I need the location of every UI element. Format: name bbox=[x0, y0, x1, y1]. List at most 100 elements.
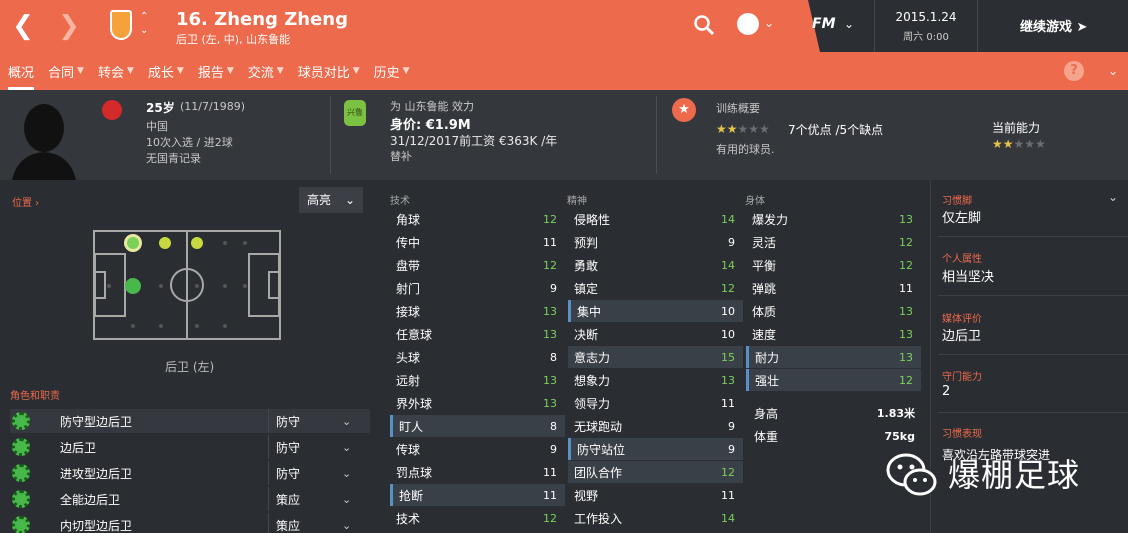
attribute-row[interactable]: 任意球 13 bbox=[390, 323, 565, 345]
attribute-name: 防守站位 bbox=[577, 442, 626, 457]
attribute-row[interactable]: 速度 13 bbox=[746, 323, 921, 345]
divider bbox=[268, 461, 269, 485]
attribute-row[interactable]: 传中 11 bbox=[390, 231, 565, 253]
player-value: 身价: €1.9M bbox=[390, 118, 471, 133]
attribute-row[interactable]: 接球 13 bbox=[390, 300, 565, 322]
club-line[interactable]: 为 山东鲁能 效力 bbox=[390, 98, 474, 114]
attribute-row[interactable]: 决断 10 bbox=[568, 323, 743, 345]
club-badge-icon[interactable]: 兴鲁 bbox=[344, 100, 366, 126]
foot-label: 习惯脚 bbox=[942, 196, 972, 207]
player-switch-chevron-icon[interactable]: ⌃ ⌄ bbox=[140, 10, 148, 38]
highlight-dropdown[interactable]: 高亮 ⌄ bbox=[299, 187, 363, 213]
attribute-row[interactable]: 技术 12 bbox=[390, 507, 565, 529]
role-duty[interactable]: 防守 bbox=[276, 413, 300, 430]
training-stars: ★★★★★ bbox=[716, 122, 770, 136]
attribute-row[interactable]: 弹跳 11 bbox=[746, 277, 921, 299]
attribute-name: 无球跑动 bbox=[574, 419, 623, 434]
attribute-row[interactable]: 勇敢 14 bbox=[568, 254, 743, 276]
attribute-row[interactable]: 侵略性 14 bbox=[568, 208, 743, 230]
attribute-name: 灵活 bbox=[752, 235, 777, 250]
divider bbox=[656, 96, 657, 174]
position-label[interactable]: 位置 › bbox=[12, 194, 39, 209]
chevron-down-icon[interactable]: ⌄ bbox=[342, 493, 351, 506]
chevron-down-icon[interactable]: ⌄ bbox=[1108, 190, 1118, 204]
attribute-row[interactable]: 工作投入 14 bbox=[568, 507, 743, 529]
attribute-row[interactable]: 意志力 15 bbox=[568, 346, 743, 368]
attribute-name: 传球 bbox=[396, 442, 421, 457]
attribute-row[interactable]: 强壮 12 bbox=[746, 369, 921, 391]
attribute-row[interactable]: 防守站位 9 bbox=[568, 438, 743, 460]
attribute-row[interactable]: 盘带 12 bbox=[390, 254, 565, 276]
attribute-row[interactable]: 射门 9 bbox=[390, 277, 565, 299]
attribute-row[interactable]: 耐力 13 bbox=[746, 346, 921, 368]
role-duty[interactable]: 防守 bbox=[276, 439, 300, 456]
attribute-row[interactable]: 抢断 11 bbox=[390, 484, 565, 506]
attribute-row[interactable]: 爆发力 13 bbox=[746, 208, 921, 230]
watermark-text: 爆棚足球 bbox=[948, 456, 1081, 494]
attribute-row[interactable]: 盯人 8 bbox=[390, 415, 565, 437]
chevron-down-icon: ⌄ bbox=[344, 193, 355, 207]
attribute-row[interactable]: 传球 9 bbox=[390, 438, 565, 460]
chevron-down-icon[interactable]: ⌄ bbox=[1108, 64, 1118, 78]
chevron-down-icon[interactable]: ⌄ bbox=[764, 16, 774, 30]
role-row[interactable]: 全能边后卫 策应 ⌄ bbox=[10, 487, 370, 511]
attribute-row[interactable]: 罚点球 11 bbox=[390, 461, 565, 483]
attribute-row[interactable]: 镇定 12 bbox=[568, 277, 743, 299]
continue-button[interactable]: 继续游戏 ➤ bbox=[1020, 16, 1087, 35]
role-duty[interactable]: 防守 bbox=[276, 465, 300, 482]
tab-compare[interactable]: 球员对比 ▼ bbox=[298, 52, 360, 90]
personality-label: 个人属性 bbox=[942, 254, 982, 265]
attribute-value: 11 bbox=[543, 235, 557, 249]
role-suitability-icon bbox=[12, 490, 30, 508]
club-crest-icon[interactable] bbox=[110, 10, 132, 40]
role-duty[interactable]: 策应 bbox=[276, 517, 300, 533]
role-row[interactable]: 防守型边后卫 防守 ⌄ bbox=[10, 409, 370, 433]
attribute-row[interactable]: 想象力 13 bbox=[568, 369, 743, 391]
attribute-value: 13 bbox=[899, 212, 913, 226]
attribute-row[interactable]: 平衡 12 bbox=[746, 254, 921, 276]
tab-contract[interactable]: 合同 ▼ bbox=[48, 52, 84, 90]
player-nation[interactable]: 中国 bbox=[146, 118, 168, 134]
tab-development[interactable]: 成长 ▼ bbox=[148, 52, 184, 90]
search-icon[interactable] bbox=[693, 14, 715, 36]
role-row[interactable]: 进攻型边后卫 防守 ⌄ bbox=[10, 461, 370, 485]
role-name: 防守型边后卫 bbox=[60, 414, 133, 429]
attribute-row[interactable]: 体质 13 bbox=[746, 300, 921, 322]
attribute-row[interactable]: 无球跑动 9 bbox=[568, 415, 743, 437]
globe-icon[interactable] bbox=[737, 13, 759, 35]
role-row[interactable]: 边后卫 防守 ⌄ bbox=[10, 435, 370, 459]
height-row: 身高 1.83米 bbox=[748, 402, 923, 424]
attribute-row[interactable]: 远射 13 bbox=[390, 369, 565, 391]
attribute-row[interactable]: 团队合作 12 bbox=[568, 461, 743, 483]
date-box[interactable]: 2015.1.24 周六 0:00 bbox=[874, 0, 978, 52]
chevron-down-icon[interactable]: ⌄ bbox=[844, 17, 854, 31]
attribute-row[interactable]: 灵活 12 bbox=[746, 231, 921, 253]
fm-logo[interactable]: FM bbox=[812, 16, 836, 32]
attribute-row[interactable]: 角球 12 bbox=[390, 208, 565, 230]
tab-interaction[interactable]: 交流 ▼ bbox=[248, 52, 284, 90]
chevron-down-icon[interactable]: ⌄ bbox=[342, 467, 351, 480]
attribute-row[interactable]: 集中 10 bbox=[568, 300, 743, 322]
tab-overview[interactable]: 概况 bbox=[8, 52, 35, 90]
help-icon[interactable]: ? bbox=[1064, 61, 1084, 81]
ability-stars: ★★★★★ bbox=[992, 137, 1046, 151]
attribute-row[interactable]: 头球 8 bbox=[390, 346, 565, 368]
attribute-row[interactable]: 预判 9 bbox=[568, 231, 743, 253]
attribute-row[interactable]: 界外球 13 bbox=[390, 392, 565, 414]
technical-header: 技术 bbox=[390, 196, 410, 207]
attribute-row[interactable]: 领导力 11 bbox=[568, 392, 743, 414]
role-row[interactable]: 内切型边后卫 策应 ⌄ bbox=[10, 513, 370, 533]
back-arrow-icon[interactable]: ❮ bbox=[0, 0, 46, 52]
china-flag-icon bbox=[102, 100, 122, 120]
tab-reports[interactable]: 报告 ▼ bbox=[198, 52, 234, 90]
attribute-row[interactable]: 视野 11 bbox=[568, 484, 743, 506]
tab-history[interactable]: 历史 ▼ bbox=[374, 52, 410, 90]
forward-arrow-icon[interactable]: ❯ bbox=[46, 0, 92, 52]
tab-transfer[interactable]: 转会 ▼ bbox=[98, 52, 134, 90]
chevron-down-icon[interactable]: ⌄ bbox=[342, 519, 351, 532]
chevron-down-icon[interactable]: ⌄ bbox=[342, 415, 351, 428]
weight-row: 体重 75kg bbox=[748, 425, 923, 447]
attribute-value: 12 bbox=[721, 281, 735, 295]
chevron-down-icon[interactable]: ⌄ bbox=[342, 441, 351, 454]
role-duty[interactable]: 策应 bbox=[276, 491, 300, 508]
